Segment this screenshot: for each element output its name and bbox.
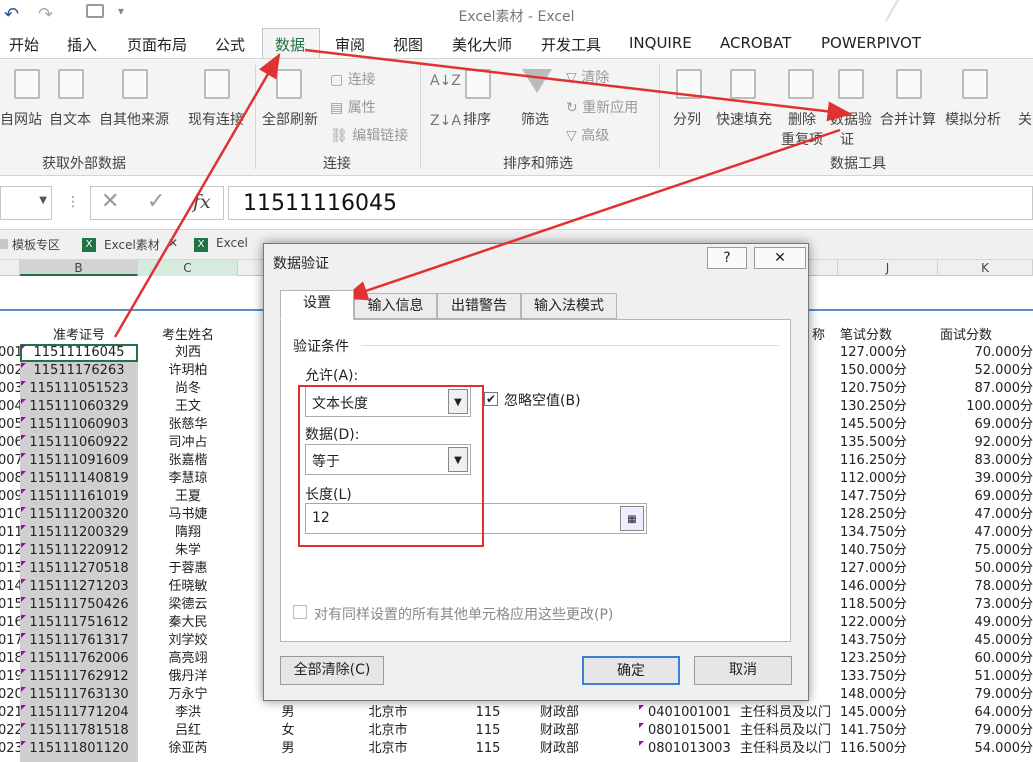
arrow-tab-to-validation — [304, 48, 853, 122]
arrow-cell-to-tab — [113, 52, 281, 338]
excel-window: ↶ ↷ ▾ Excel素材 - Excel 开始 插入 页面布局 公式 数据 审… — [0, 0, 1033, 762]
annotation-arrows — [113, 48, 853, 338]
tab-settings[interactable]: 设置 — [280, 290, 354, 320]
arrow-validation-to-settings — [342, 128, 841, 301]
